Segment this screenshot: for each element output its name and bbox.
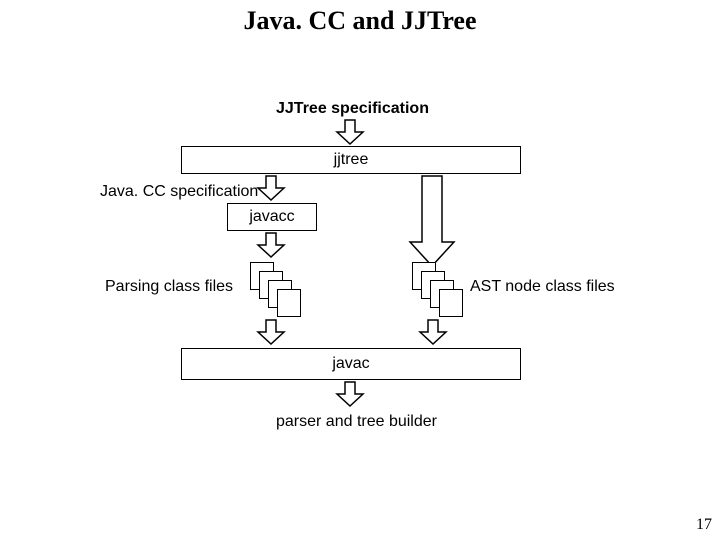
label-ast-files: AST node class files [470, 278, 615, 296]
arrow-icon [258, 233, 284, 259]
arrow-icon [258, 320, 284, 346]
box-jjtree: jjtree [181, 146, 521, 174]
slide-title: Java. CC and JJTree [0, 6, 720, 36]
label-parsing-files: Parsing class files [105, 278, 233, 296]
box-javacc: javacc [227, 203, 317, 231]
label-javacc-spec: Java. CC specification [100, 183, 258, 201]
box-javac: javac [181, 348, 521, 380]
arrow-icon [410, 176, 454, 268]
slide: Java. CC and JJTree 17 JJTree specificat… [0, 0, 720, 540]
arrow-icon [337, 120, 363, 146]
label-parser-builder: parser and tree builder [276, 413, 437, 431]
arrow-icon [420, 320, 446, 346]
page-number: 17 [696, 516, 712, 534]
box-javac-label: javac [332, 355, 369, 373]
arrow-icon [337, 382, 363, 408]
label-jjtree-spec: JJTree specification [276, 100, 429, 118]
box-jjtree-label: jjtree [334, 151, 369, 169]
box-javacc-label: javacc [249, 208, 294, 226]
arrow-icon [258, 176, 284, 202]
